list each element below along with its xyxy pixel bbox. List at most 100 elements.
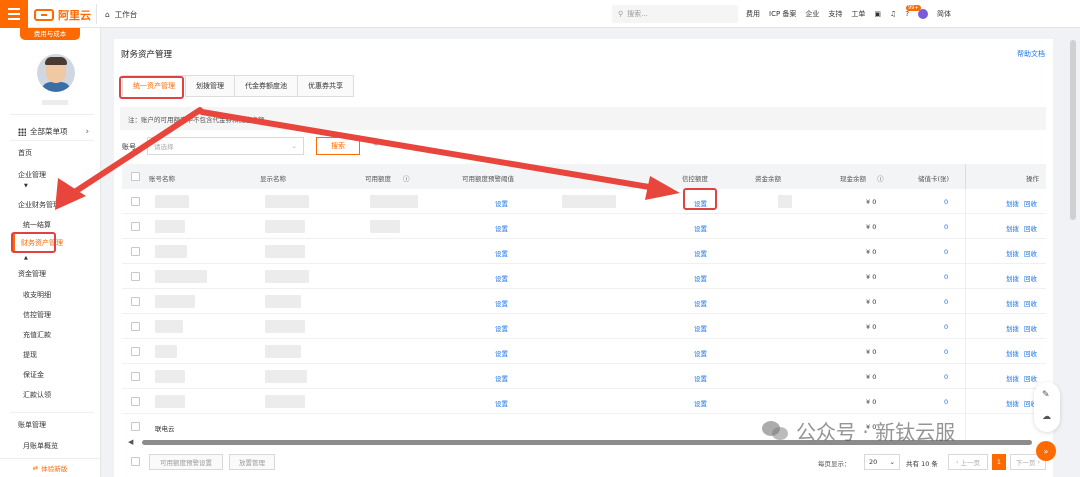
set-threshold-link[interactable]: 设置 (495, 223, 508, 233)
sidebar-item-home[interactable]: 首页 (18, 148, 32, 158)
search-input[interactable]: ⚲ 搜索... (612, 5, 738, 23)
sidebar-item-funds[interactable]: 资金管理 (18, 269, 46, 279)
prev-page-button[interactable]: ‹ 上一页 (948, 454, 988, 470)
transfer-link[interactable]: 划拨 (1006, 248, 1019, 258)
footer-select-all-checkbox[interactable] (131, 457, 140, 466)
cards-count-link[interactable]: 0 (944, 348, 948, 356)
set-credit-link[interactable]: 设置 (694, 373, 707, 383)
placement-button[interactable]: 放置管理 (229, 454, 275, 470)
transfer-link[interactable]: 划拨 (1006, 298, 1019, 308)
account-select[interactable]: 请选择 ⌄ (147, 137, 304, 155)
cards-count-link[interactable]: 0 (944, 373, 948, 381)
recall-link[interactable]: 回收 (1024, 223, 1037, 233)
sidebar-item-withdraw[interactable]: 提现 (23, 350, 37, 360)
set-threshold-link[interactable]: 设置 (495, 398, 508, 408)
row-checkbox[interactable] (131, 372, 140, 381)
set-threshold-link[interactable]: 设置 (495, 323, 508, 333)
row-checkbox[interactable] (131, 397, 140, 406)
transfer-link[interactable]: 划拨 (1006, 373, 1019, 383)
all-menu-button[interactable]: 全部菜单项 › (18, 126, 89, 137)
transfer-link[interactable]: 划拨 (1006, 398, 1019, 408)
tab-coupon-share[interactable]: 优惠券共享 (297, 75, 354, 97)
cards-count-link[interactable]: 0 (944, 298, 948, 306)
menu-icon[interactable] (0, 0, 28, 28)
sidebar-item-bills[interactable]: 账单管理 (18, 420, 46, 430)
refresh-icon[interactable]: ↻ (372, 139, 380, 149)
top-link-support[interactable]: 支持 (828, 9, 842, 19)
set-threshold-link[interactable]: 设置 (495, 273, 508, 283)
cards-count-link[interactable]: 0 (944, 223, 948, 231)
cards-count-link[interactable]: 0 (944, 398, 948, 406)
expand-icon[interactable]: » (1036, 441, 1056, 461)
set-threshold-link[interactable]: 设置 (495, 348, 508, 358)
set-credit-link[interactable]: 设置 (694, 248, 707, 258)
row-checkbox[interactable] (131, 247, 140, 256)
sidebar-item-deposit[interactable]: 保证金 (23, 370, 44, 380)
sidebar-item-enterprise[interactable]: 企业管理 (18, 170, 46, 180)
top-link-enterprise[interactable]: 企业 (805, 9, 819, 19)
transfer-link[interactable]: 划拨 (1006, 273, 1019, 283)
row-checkbox[interactable] (131, 272, 140, 281)
top-link-icp[interactable]: ICP 备案 (769, 9, 796, 19)
transfer-link[interactable]: 划拨 (1006, 198, 1019, 208)
transfer-link[interactable]: 划拨 (1006, 223, 1019, 233)
row-checkbox[interactable] (131, 197, 140, 206)
bell-icon[interactable]: ♫ (890, 10, 896, 18)
set-credit-link[interactable]: 设置 (694, 398, 707, 408)
recall-link[interactable]: 回收 (1024, 248, 1037, 258)
page-size-select[interactable]: 20 ⌄ (864, 454, 900, 470)
threshold-setting-button[interactable]: 可用额度预警设置 (149, 454, 223, 470)
row-checkbox[interactable] (131, 222, 140, 231)
cards-count-link[interactable]: 0 (944, 323, 948, 331)
recall-link[interactable]: 回收 (1024, 298, 1037, 308)
row-checkbox[interactable] (131, 347, 140, 356)
chat-icon[interactable]: ☁ (1042, 412, 1051, 422)
top-link-ticket[interactable]: 工单 (851, 9, 865, 19)
select-all-checkbox[interactable] (131, 172, 140, 181)
sidebar-item-remit-claim[interactable]: 汇款认领 (23, 390, 51, 400)
sidebar-item-finance[interactable]: 企业财务管理 (18, 200, 60, 210)
current-page[interactable]: 1 (992, 454, 1006, 470)
cards-count-link[interactable]: 0 (944, 198, 948, 206)
tab-voucher-pool[interactable]: 代金券额度池 (234, 75, 297, 97)
recall-link[interactable]: 回收 (1024, 198, 1037, 208)
recall-link[interactable]: 回收 (1024, 373, 1037, 383)
sidebar-item-recharge[interactable]: 充值汇款 (23, 330, 51, 340)
set-threshold-link[interactable]: 设置 (495, 298, 508, 308)
set-credit-link[interactable]: 设置 (694, 223, 707, 233)
vertical-scrollbar[interactable] (1070, 40, 1076, 220)
row-checkbox[interactable] (131, 322, 140, 331)
transfer-link[interactable]: 划拨 (1006, 348, 1019, 358)
row-checkbox[interactable] (131, 297, 140, 306)
set-credit-link[interactable]: 设置 (694, 348, 707, 358)
brand-logo[interactable]: 阿里云 (34, 7, 91, 23)
recall-link[interactable]: 回收 (1024, 323, 1037, 333)
recall-link[interactable]: 回收 (1024, 348, 1037, 358)
help-doc-link[interactable]: 帮助文档 (1017, 49, 1045, 59)
avatar[interactable] (37, 54, 75, 92)
set-threshold-link[interactable]: 设置 (495, 198, 508, 208)
transfer-link[interactable]: 划拨 (1006, 323, 1019, 333)
recall-link[interactable]: 回收 (1024, 273, 1037, 283)
workspace-tab[interactable]: ⌂ 工作台 (96, 4, 316, 24)
row-checkbox[interactable] (131, 422, 140, 431)
sidebar-item-settlement[interactable]: 统一结算 (23, 220, 51, 230)
sidebar-item-transactions[interactable]: 收支明细 (23, 290, 51, 300)
help-circle-icon[interactable]: ? (905, 10, 909, 18)
set-threshold-link[interactable]: 设置 (495, 248, 508, 258)
scroll-left-icon[interactable]: ◀ (128, 438, 133, 446)
cards-count-link[interactable]: 0 (944, 248, 948, 256)
edit-icon[interactable]: ✎ (1042, 390, 1050, 400)
sidebar-item-credit[interactable]: 信控管理 (23, 310, 51, 320)
new-version-button[interactable]: ⇄ 体验新版 (0, 458, 100, 477)
search-button[interactable]: 搜索 (316, 137, 360, 155)
set-credit-link[interactable]: 设置 (694, 298, 707, 308)
sidebar-item-monthly-bill[interactable]: 月账单概览 (23, 441, 58, 451)
set-threshold-link[interactable]: 设置 (495, 373, 508, 383)
tab-transfer[interactable]: 划拨管理 (185, 75, 234, 97)
set-credit-link[interactable]: 设置 (694, 323, 707, 333)
image-icon[interactable]: ▣ (874, 10, 881, 18)
cards-count-link[interactable]: 0 (944, 273, 948, 281)
top-link-cost[interactable]: 费用 (746, 9, 760, 19)
set-credit-link[interactable]: 设置 (694, 273, 707, 283)
